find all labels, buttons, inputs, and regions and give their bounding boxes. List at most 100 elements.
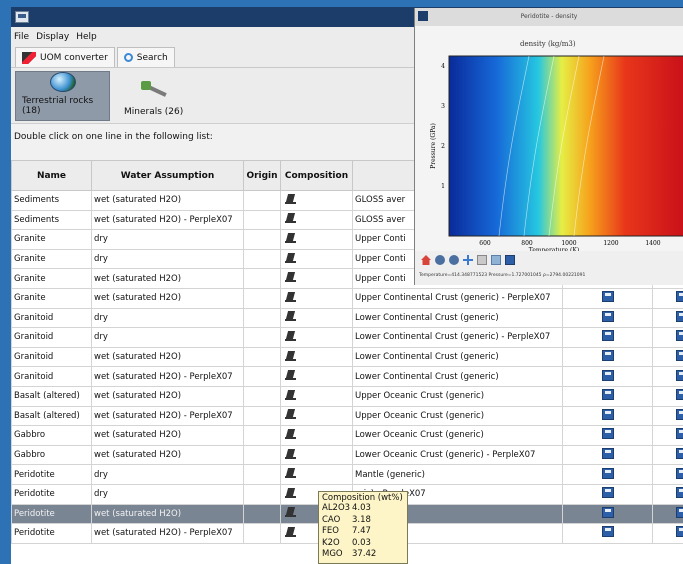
save-icon[interactable] — [676, 350, 683, 362]
cell-save — [652, 366, 683, 387]
forward-icon[interactable] — [449, 255, 459, 265]
back-icon[interactable] — [435, 255, 445, 265]
save-figure-icon[interactable] — [505, 255, 515, 265]
composition-icon[interactable] — [285, 350, 297, 362]
save-icon[interactable] — [676, 330, 683, 342]
save-icon[interactable] — [601, 467, 614, 479]
table-row[interactable]: Basalt (altered) wet (saturated H2O) Upper… — [11, 385, 683, 407]
save-icon[interactable] — [676, 408, 683, 420]
terrestrial-rocks-button[interactable]: Terrestrial rocks (18) — [15, 70, 110, 121]
cell-origin — [243, 248, 281, 270]
y-tick-label: 1 — [441, 183, 445, 190]
column-header-origin[interactable]: Origin — [243, 160, 281, 191]
save-icon[interactable] — [601, 389, 614, 401]
uom-converter-tab[interactable]: UOM converter — [15, 47, 115, 67]
cell-save — [562, 483, 653, 505]
save-icon[interactable] — [601, 526, 614, 538]
cursor-coordinates: Temperature=414.348771523 Pressure=1.727… — [419, 273, 586, 278]
cell-water-assumption: dry — [91, 229, 244, 250]
composition-icon[interactable] — [285, 232, 297, 244]
cell-description: Lower Oceanic Crust (generic) — [352, 425, 563, 446]
cell-water-assumption: wet (saturated H2O) — [91, 385, 244, 407]
composition-icon[interactable] — [285, 271, 297, 283]
cell-origin — [243, 209, 281, 231]
minerals-button[interactable]: Minerals (26) — [118, 71, 189, 121]
composition-icon[interactable] — [285, 212, 297, 224]
composition-icon[interactable] — [285, 291, 297, 303]
save-icon[interactable] — [676, 369, 683, 381]
table-row[interactable]: Granitoid wet (saturated H2O) Lower Contin… — [11, 346, 683, 368]
cell-water-assumption: wet (saturated H2O) — [91, 190, 244, 211]
menu-file[interactable]: File — [14, 32, 29, 42]
composition-icon[interactable] — [285, 487, 297, 499]
save-icon[interactable] — [676, 428, 683, 440]
table-row[interactable]: Granitoid dry Lower Continental Crust (gen… — [11, 307, 683, 329]
save-icon[interactable] — [676, 487, 683, 499]
cell-origin — [243, 523, 281, 544]
composition-icon[interactable] — [285, 506, 297, 518]
menu-help[interactable]: Help — [76, 32, 97, 42]
save-icon[interactable] — [676, 448, 683, 460]
save-icon[interactable] — [601, 487, 614, 499]
cell-composition — [280, 366, 353, 387]
configure-icon[interactable] — [491, 255, 501, 265]
save-icon[interactable] — [601, 428, 614, 440]
cell-composition — [280, 229, 353, 250]
menu-display[interactable]: Display — [36, 32, 69, 42]
composition-icon[interactable] — [285, 389, 297, 401]
cell-save — [562, 385, 653, 407]
composition-icon[interactable] — [285, 369, 297, 381]
plot-area[interactable]: density (kg/m3) 600 800 1000 1200 1400 1 2 3 4 Te… — [415, 26, 683, 254]
cell-save — [562, 464, 653, 485]
composition-icon[interactable] — [285, 252, 297, 264]
terrestrial-rocks-label: Terrestrial rocks (18) — [22, 95, 94, 116]
cell-origin — [243, 327, 281, 348]
table-row[interactable]: Gabbro wet (saturated H2O) Lower Oceanic C… — [11, 444, 683, 466]
save-icon[interactable] — [676, 467, 683, 479]
composition-icon[interactable] — [285, 467, 297, 479]
save-icon[interactable] — [601, 330, 614, 342]
table-row[interactable]: Granitoid dry Lower Continental Crust (gen… — [11, 327, 683, 348]
pan-icon[interactable] — [463, 255, 473, 265]
composition-icon[interactable] — [285, 428, 297, 440]
table-row[interactable]: Basalt (altered) wet (saturated H2O) - Pe… — [11, 405, 683, 427]
save-icon[interactable] — [676, 526, 683, 538]
table-row[interactable]: Granite wet (saturated H2O) Upper Continen… — [11, 287, 683, 309]
composition-icon[interactable] — [285, 448, 297, 460]
cell-origin — [243, 483, 281, 505]
save-icon[interactable] — [601, 448, 614, 460]
search-tab[interactable]: Search — [116, 47, 175, 67]
save-icon[interactable] — [676, 389, 683, 401]
column-header-name[interactable]: Name — [11, 160, 92, 191]
save-icon[interactable] — [601, 350, 614, 362]
table-row[interactable]: Peridotite dry Mantle (generic) — [11, 464, 683, 485]
oxide-value: 7.47 — [352, 526, 371, 536]
composition-icon[interactable] — [285, 310, 297, 322]
column-header-composition[interactable]: Composition — [280, 160, 353, 191]
density-heatmap[interactable]: 600 800 1000 1200 14001234Temperature (K)Pre… — [415, 26, 683, 254]
composition-icon[interactable] — [285, 193, 297, 205]
plot-window-titlebar[interactable]: Peridotite - density — [415, 8, 683, 26]
home-icon[interactable] — [421, 255, 431, 265]
cell-save — [652, 327, 683, 348]
save-icon[interactable] — [601, 310, 614, 322]
composition-icon[interactable] — [285, 408, 297, 420]
composition-icon[interactable] — [285, 526, 297, 538]
zoom-icon[interactable] — [477, 255, 487, 265]
table-row[interactable]: Gabbro wet (saturated H2O) Lower Oceanic C… — [11, 425, 683, 446]
save-icon[interactable] — [676, 291, 683, 303]
save-icon[interactable] — [676, 310, 683, 322]
cell-save — [652, 483, 683, 505]
cell-composition — [280, 209, 353, 231]
column-header-water-assumption[interactable]: Water Assumption — [91, 160, 244, 191]
composition-icon[interactable] — [285, 330, 297, 342]
save-icon[interactable] — [601, 506, 614, 518]
save-icon[interactable] — [601, 369, 614, 381]
save-icon[interactable] — [601, 408, 614, 420]
cell-water-assumption: dry — [91, 327, 244, 348]
cell-composition — [280, 425, 353, 446]
save-icon[interactable] — [676, 506, 683, 518]
plot-window-title: Peridotite - density — [520, 13, 578, 20]
save-icon[interactable] — [601, 291, 614, 303]
table-row[interactable]: Granitoid wet (saturated H2O) - PerpleX07… — [11, 366, 683, 387]
